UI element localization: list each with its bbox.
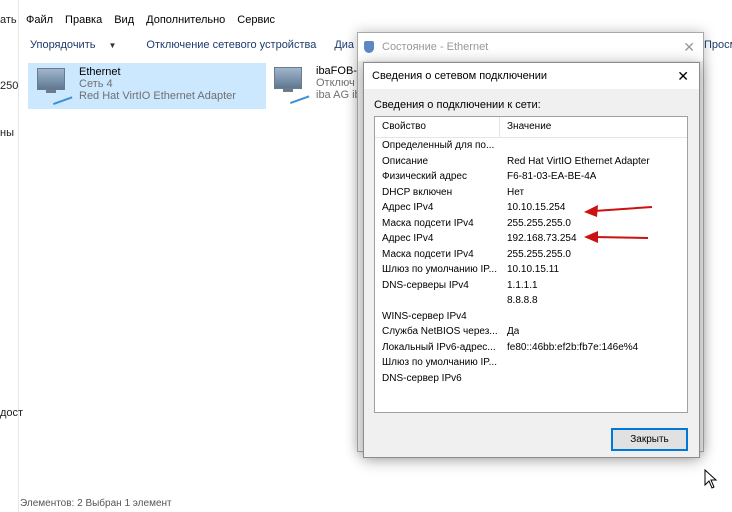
mouse-cursor-icon bbox=[704, 469, 718, 489]
red-arrow-annotation bbox=[584, 205, 653, 217]
red-arrow-annotation bbox=[584, 231, 649, 243]
annotation-overlay bbox=[584, 205, 653, 243]
